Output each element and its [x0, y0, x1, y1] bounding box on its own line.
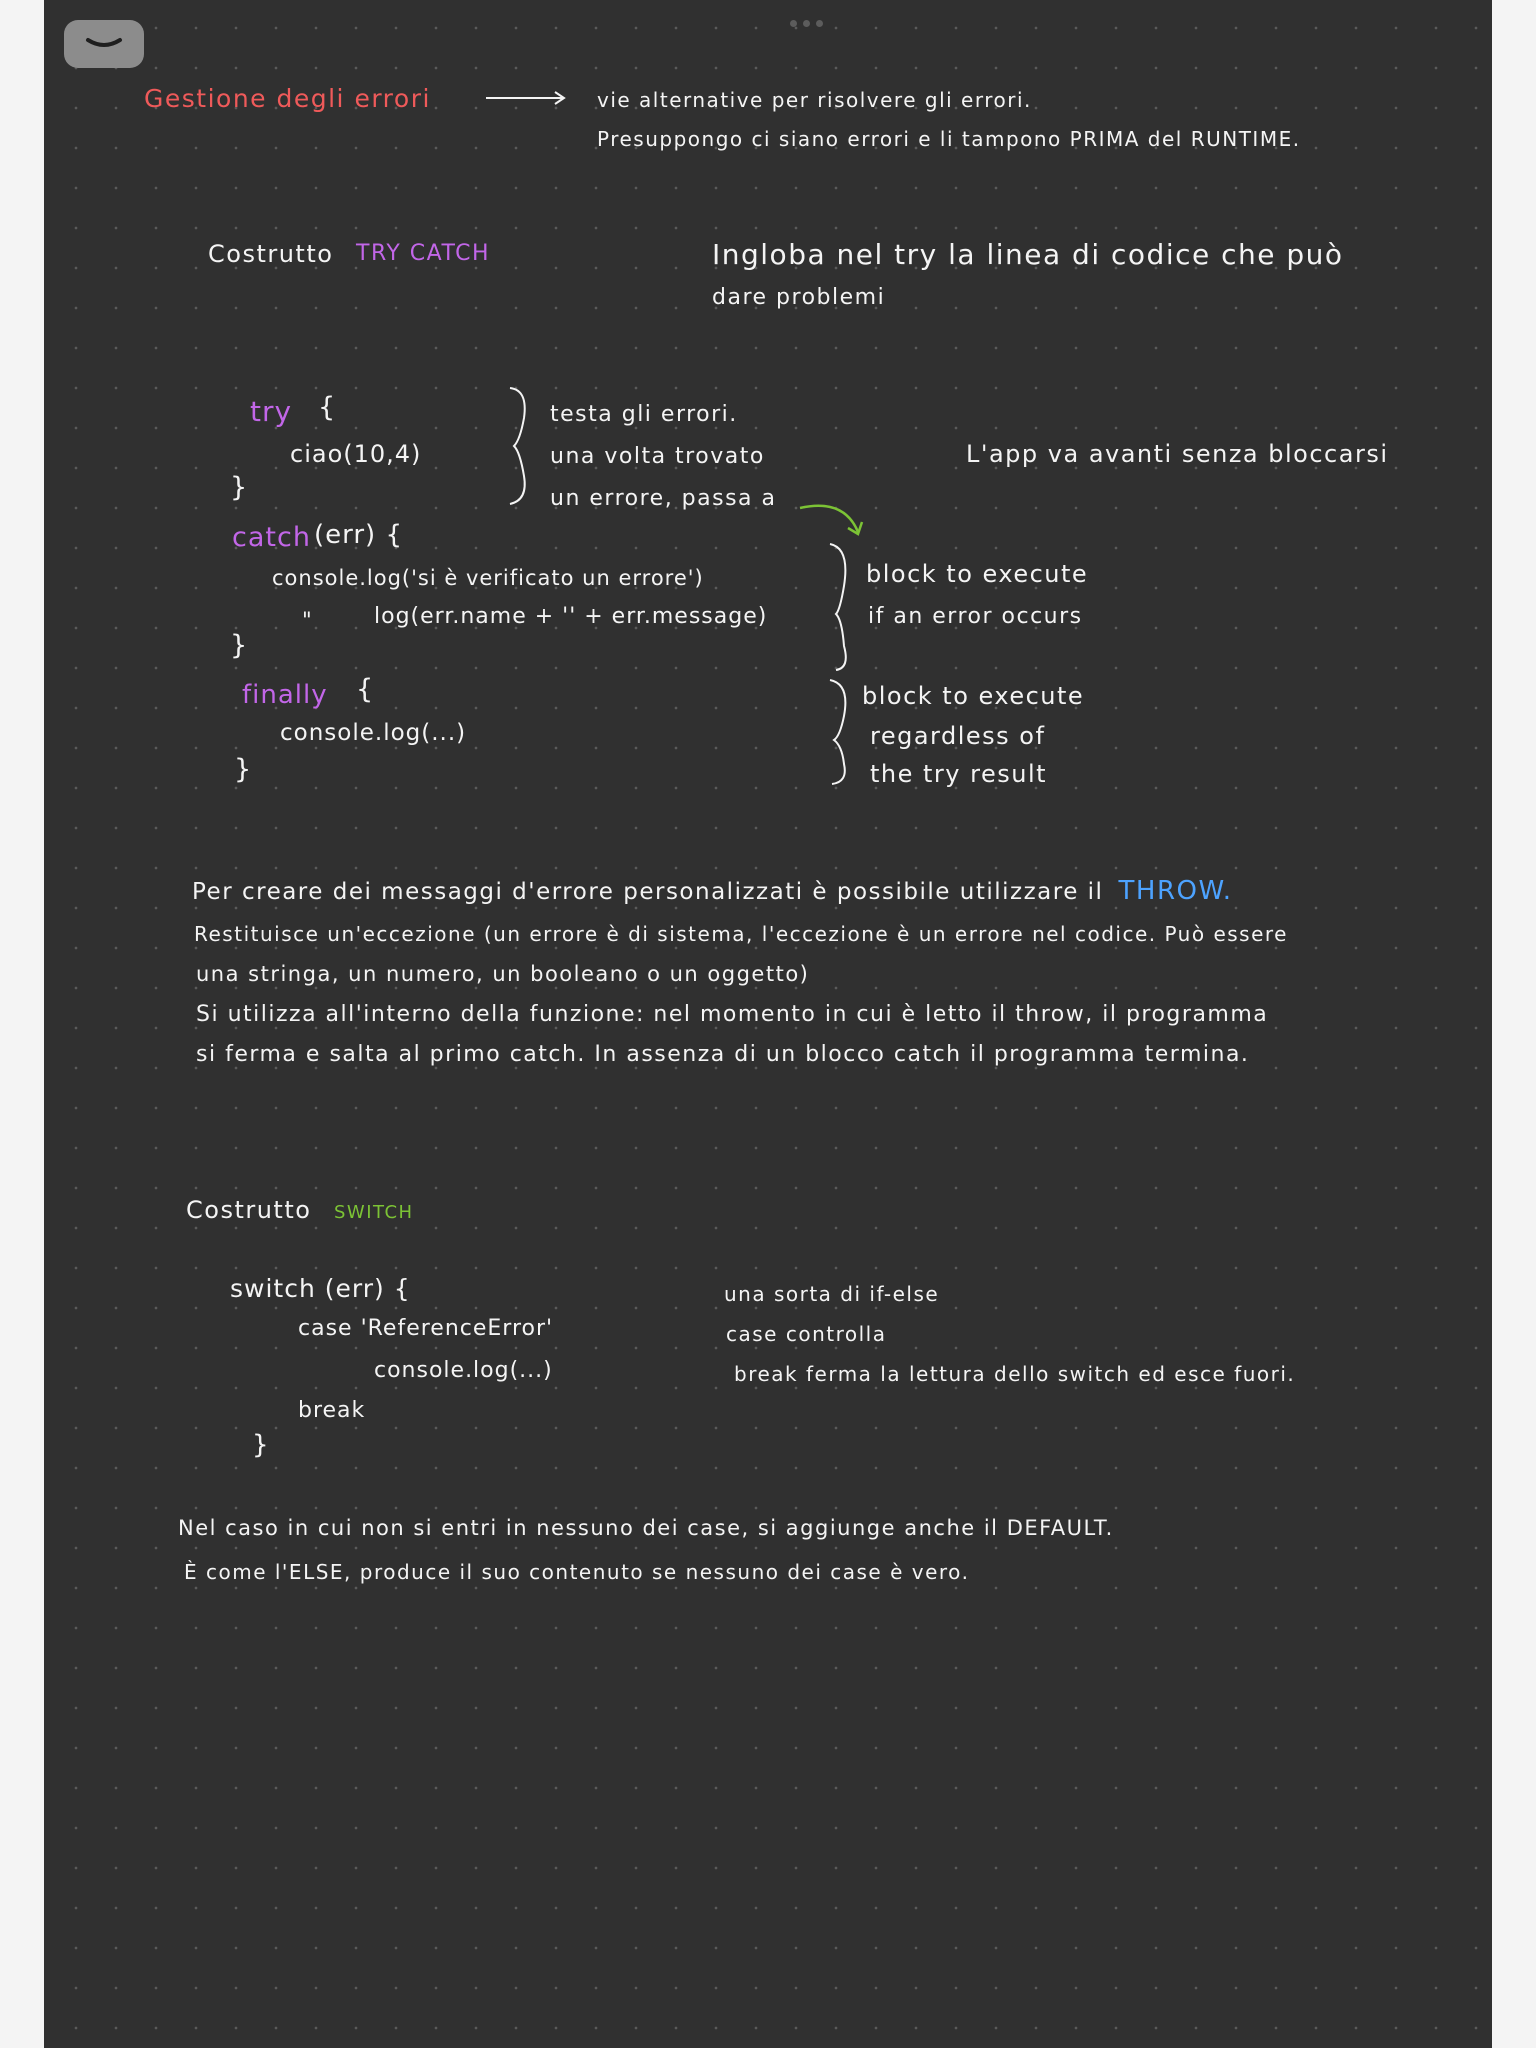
code-finally-keyword: finally: [242, 680, 328, 710]
code-finally-brace: {: [356, 674, 375, 705]
switch-code-line4: break: [298, 1398, 366, 1423]
try-brace-note-2: una volta trovato: [550, 444, 765, 469]
default-line1: Nel caso in cui non si entri in nessuno …: [178, 1516, 1114, 1540]
errors-desc-line2: Presuppongo ci siano errori e li tampono…: [597, 127, 1301, 151]
finally-note-2: regardless of: [870, 722, 1046, 750]
code-try-close: }: [230, 472, 249, 503]
throw-line3: una stringa, un numero, un booleano o un…: [196, 962, 810, 986]
switch-code-line3: console.log(...): [374, 1358, 553, 1383]
throw-line1-text: Per creare dei messaggi d'errore persona…: [192, 879, 1104, 905]
code-try-keyword: try: [250, 395, 293, 428]
errors-title: Gestione degli errori: [144, 84, 431, 113]
try-brace-note-3: un errore, passa a: [550, 486, 777, 511]
try-section-keyword: TRY CATCH: [356, 241, 491, 266]
app-note: L'app va avanti senza bloccarsi: [966, 440, 1389, 468]
finally-note-1: block to execute: [862, 682, 1085, 710]
throw-line4: Si utilizza all'interno della funzione: …: [196, 1002, 1269, 1027]
switch-code-line1: switch (err) {: [230, 1274, 411, 1303]
code-catch-ditto: ": [302, 608, 313, 632]
throw-keyword: THROW.: [1118, 876, 1233, 906]
switch-section-keyword: SWITCH: [334, 1202, 414, 1223]
code-try-body: ciao(10,4): [290, 440, 422, 468]
code-finally-close: }: [234, 754, 253, 785]
note-page: Gestione degli errori vie alternative pe…: [44, 0, 1492, 2048]
code-finally-body: console.log(...): [280, 720, 467, 746]
chevron-down-icon: [86, 38, 122, 47]
code-catch-keyword: catch: [232, 522, 311, 553]
code-catch-body2: log(err.name + '' + err.message): [374, 604, 768, 629]
code-catch-body1: console.log('si è verificato un errore'): [272, 566, 704, 590]
finally-note-3: the try result: [870, 760, 1048, 788]
try-note-line2: dare problemi: [712, 285, 886, 310]
catch-note-1: block to execute: [866, 560, 1089, 588]
switch-note-1: una sorta di if-else: [724, 1282, 940, 1306]
throw-line2: Restituisce un'eccezione (un errore è di…: [194, 922, 1288, 946]
errors-desc-line1: vie alternative per risolvere gli errori…: [597, 88, 1032, 112]
code-try-brace: {: [318, 392, 337, 423]
code-catch-close: }: [230, 630, 249, 661]
switch-code-line2: case 'ReferenceError': [298, 1316, 554, 1341]
switch-note-2: case controlla: [726, 1322, 887, 1346]
try-section-label: Costrutto: [208, 240, 334, 268]
switch-section-label: Costrutto: [186, 1196, 312, 1224]
try-brace-note-1: testa gli errori.: [550, 402, 738, 427]
throw-line1: Per creare dei messaggi d'errore persona…: [192, 876, 1233, 906]
switch-note-3: break ferma la lettura dello switch ed e…: [734, 1362, 1296, 1386]
collapse-button[interactable]: [64, 20, 144, 68]
try-note-line1: Ingloba nel try la linea di codice che p…: [712, 238, 1344, 271]
throw-line5: si ferma e salta al primo catch. In asse…: [196, 1042, 1250, 1067]
drag-handle[interactable]: [790, 20, 823, 27]
switch-code-line5: }: [252, 1430, 270, 1460]
code-catch-args: (err) {: [314, 520, 404, 550]
green-arrow-icon: [799, 504, 860, 533]
catch-note-2: if an error occurs: [868, 604, 1083, 629]
default-line2: È come l'ELSE, produce il suo contenuto …: [184, 1560, 970, 1584]
